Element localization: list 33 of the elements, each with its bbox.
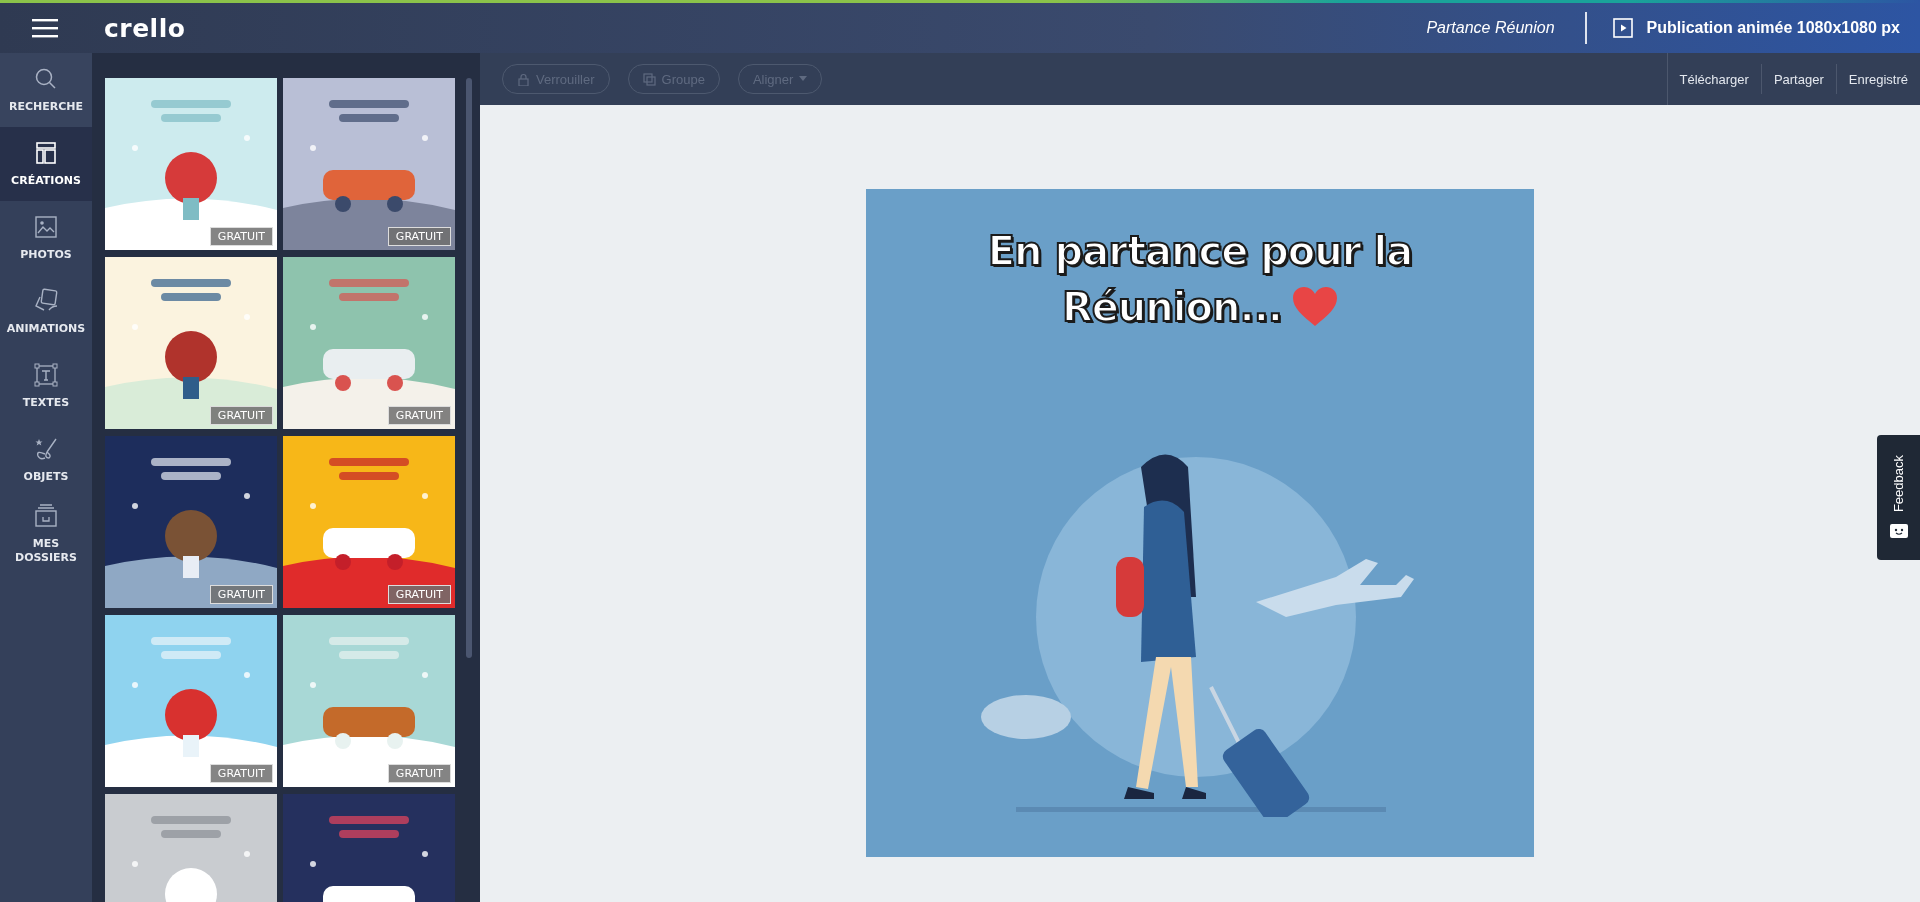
project-name[interactable]: Partance Réunion xyxy=(1426,19,1555,37)
menu-icon[interactable] xyxy=(32,18,58,38)
logo[interactable]: crello xyxy=(104,13,186,43)
group-icon xyxy=(642,72,656,86)
layout-icon xyxy=(33,140,59,167)
sidebar-tab[interactable]: PHOTOS xyxy=(0,201,92,275)
free-badge: GRATUIT xyxy=(387,227,451,246)
lock-icon xyxy=(517,72,530,86)
free-badge: GRATUIT xyxy=(387,406,451,425)
sidebar-tab[interactable]: TEXTES xyxy=(0,349,92,423)
image-icon xyxy=(33,214,59,241)
sidebar-tab[interactable]: ANIMATIONS xyxy=(0,275,92,349)
toolbar-link[interactable]: Enregistré xyxy=(1835,64,1920,94)
toolbar-link[interactable]: Partager xyxy=(1760,64,1836,94)
smiley-icon xyxy=(1889,524,1908,541)
sidebar-tab[interactable]: MES DOSSIERS xyxy=(0,497,92,571)
format-label[interactable]: Publication animée 1080x1080 px xyxy=(1646,19,1900,37)
free-badge: GRATUIT xyxy=(387,585,451,604)
free-badge: GRATUIT xyxy=(209,585,273,604)
play-icon xyxy=(1612,18,1633,38)
sidebar-tab[interactable]: RECHERCHE xyxy=(0,53,92,127)
free-badge: GRATUIT xyxy=(209,227,273,246)
toolbar-link[interactable]: Télécharger xyxy=(1667,64,1761,94)
folder-icon xyxy=(33,503,59,530)
free-badge: GRATUIT xyxy=(209,764,273,783)
sidebar-tab[interactable]: CRÉATIONS xyxy=(0,127,92,201)
sidebar-tab[interactable]: OBJETS xyxy=(0,423,92,497)
heart-icon xyxy=(1292,287,1339,327)
free-badge: GRATUIT xyxy=(387,764,451,783)
free-badge: GRATUIT xyxy=(209,406,273,425)
feedback-tab[interactable]: Feedback xyxy=(1877,435,1920,560)
scrollbar[interactable] xyxy=(466,78,472,658)
text-icon xyxy=(33,362,59,389)
